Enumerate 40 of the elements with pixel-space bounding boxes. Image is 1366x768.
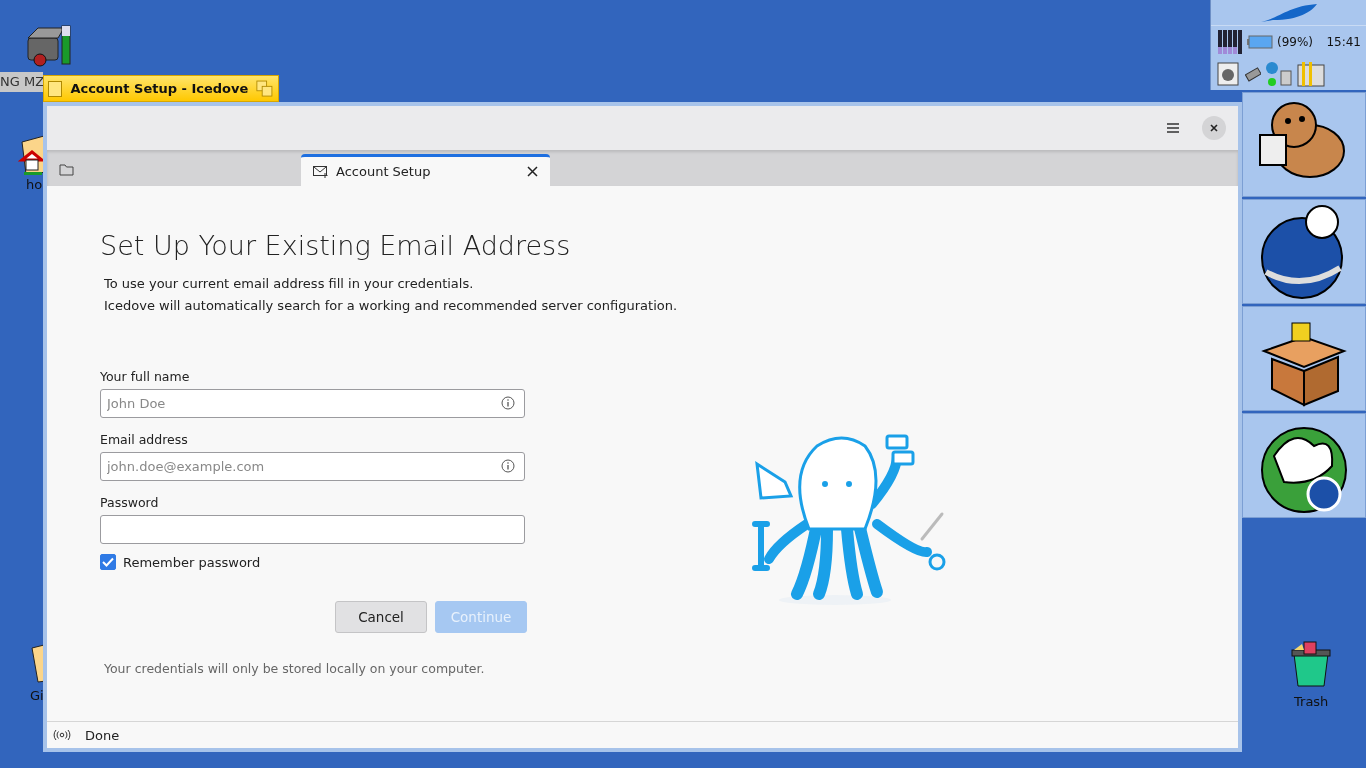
window-menu-button[interactable]: [48, 80, 63, 97]
field-label: Email address: [100, 432, 189, 447]
cancel-button[interactable]: Cancel: [335, 601, 427, 633]
intro-text: Icedove will automatically search for a working and recommended server configuration.: [104, 297, 679, 315]
speaker-icon[interactable]: [1217, 61, 1241, 87]
trash-icon[interactable]: [1288, 640, 1334, 688]
info-icon[interactable]: [501, 459, 515, 473]
dog-icon[interactable]: [1242, 92, 1366, 197]
window-title-bar[interactable]: Account Setup - Icedove: [43, 75, 279, 102]
checkbox[interactable]: [100, 554, 116, 570]
status-text: Done: [85, 727, 120, 743]
checkbox-label[interactable]: Remember password: [123, 554, 261, 570]
input-field[interactable]: John Doe: [100, 389, 525, 418]
desktop-icon-label[interactable]: NG MZ: [0, 72, 43, 92]
folder-icon: [59, 164, 74, 176]
close-icon[interactable]: [1210, 124, 1218, 132]
close-tab-icon[interactable]: [527, 166, 538, 177]
envelope-icon: [313, 165, 328, 178]
battery-icon: [1247, 35, 1273, 49]
window-title: Account Setup - Icedove: [70, 81, 249, 96]
connection-icon: [53, 729, 71, 741]
cpu-meter-icon: [1217, 29, 1243, 55]
field-label: Password: [100, 495, 160, 510]
tab[interactable]: Account Setup: [301, 154, 550, 186]
battery-percent: (99%): [1277, 35, 1314, 49]
close-button[interactable]: [1202, 116, 1226, 140]
keyboard-icon[interactable]: [1245, 66, 1261, 82]
intro-text: To use your current email address fill in your credentials.: [104, 275, 475, 293]
privacy-note: Your credentials will only be stored locally on your computer.: [104, 661, 486, 676]
box-icon[interactable]: [1242, 306, 1366, 411]
input-field[interactable]: john.doe@example.com: [100, 452, 525, 481]
field-label: Your full name: [100, 369, 191, 384]
tab-label: Account Setup: [336, 164, 432, 179]
drive-icon[interactable]: [24, 24, 72, 68]
page-heading: Set Up Your Existing Email Address: [100, 230, 572, 261]
info-icon[interactable]: [501, 396, 515, 410]
globe-icon[interactable]: [1242, 199, 1366, 304]
input-field[interactable]: [100, 515, 525, 544]
clock[interactable]: 15:41: [1326, 35, 1361, 49]
bird-icon[interactable]: [1242, 413, 1366, 518]
